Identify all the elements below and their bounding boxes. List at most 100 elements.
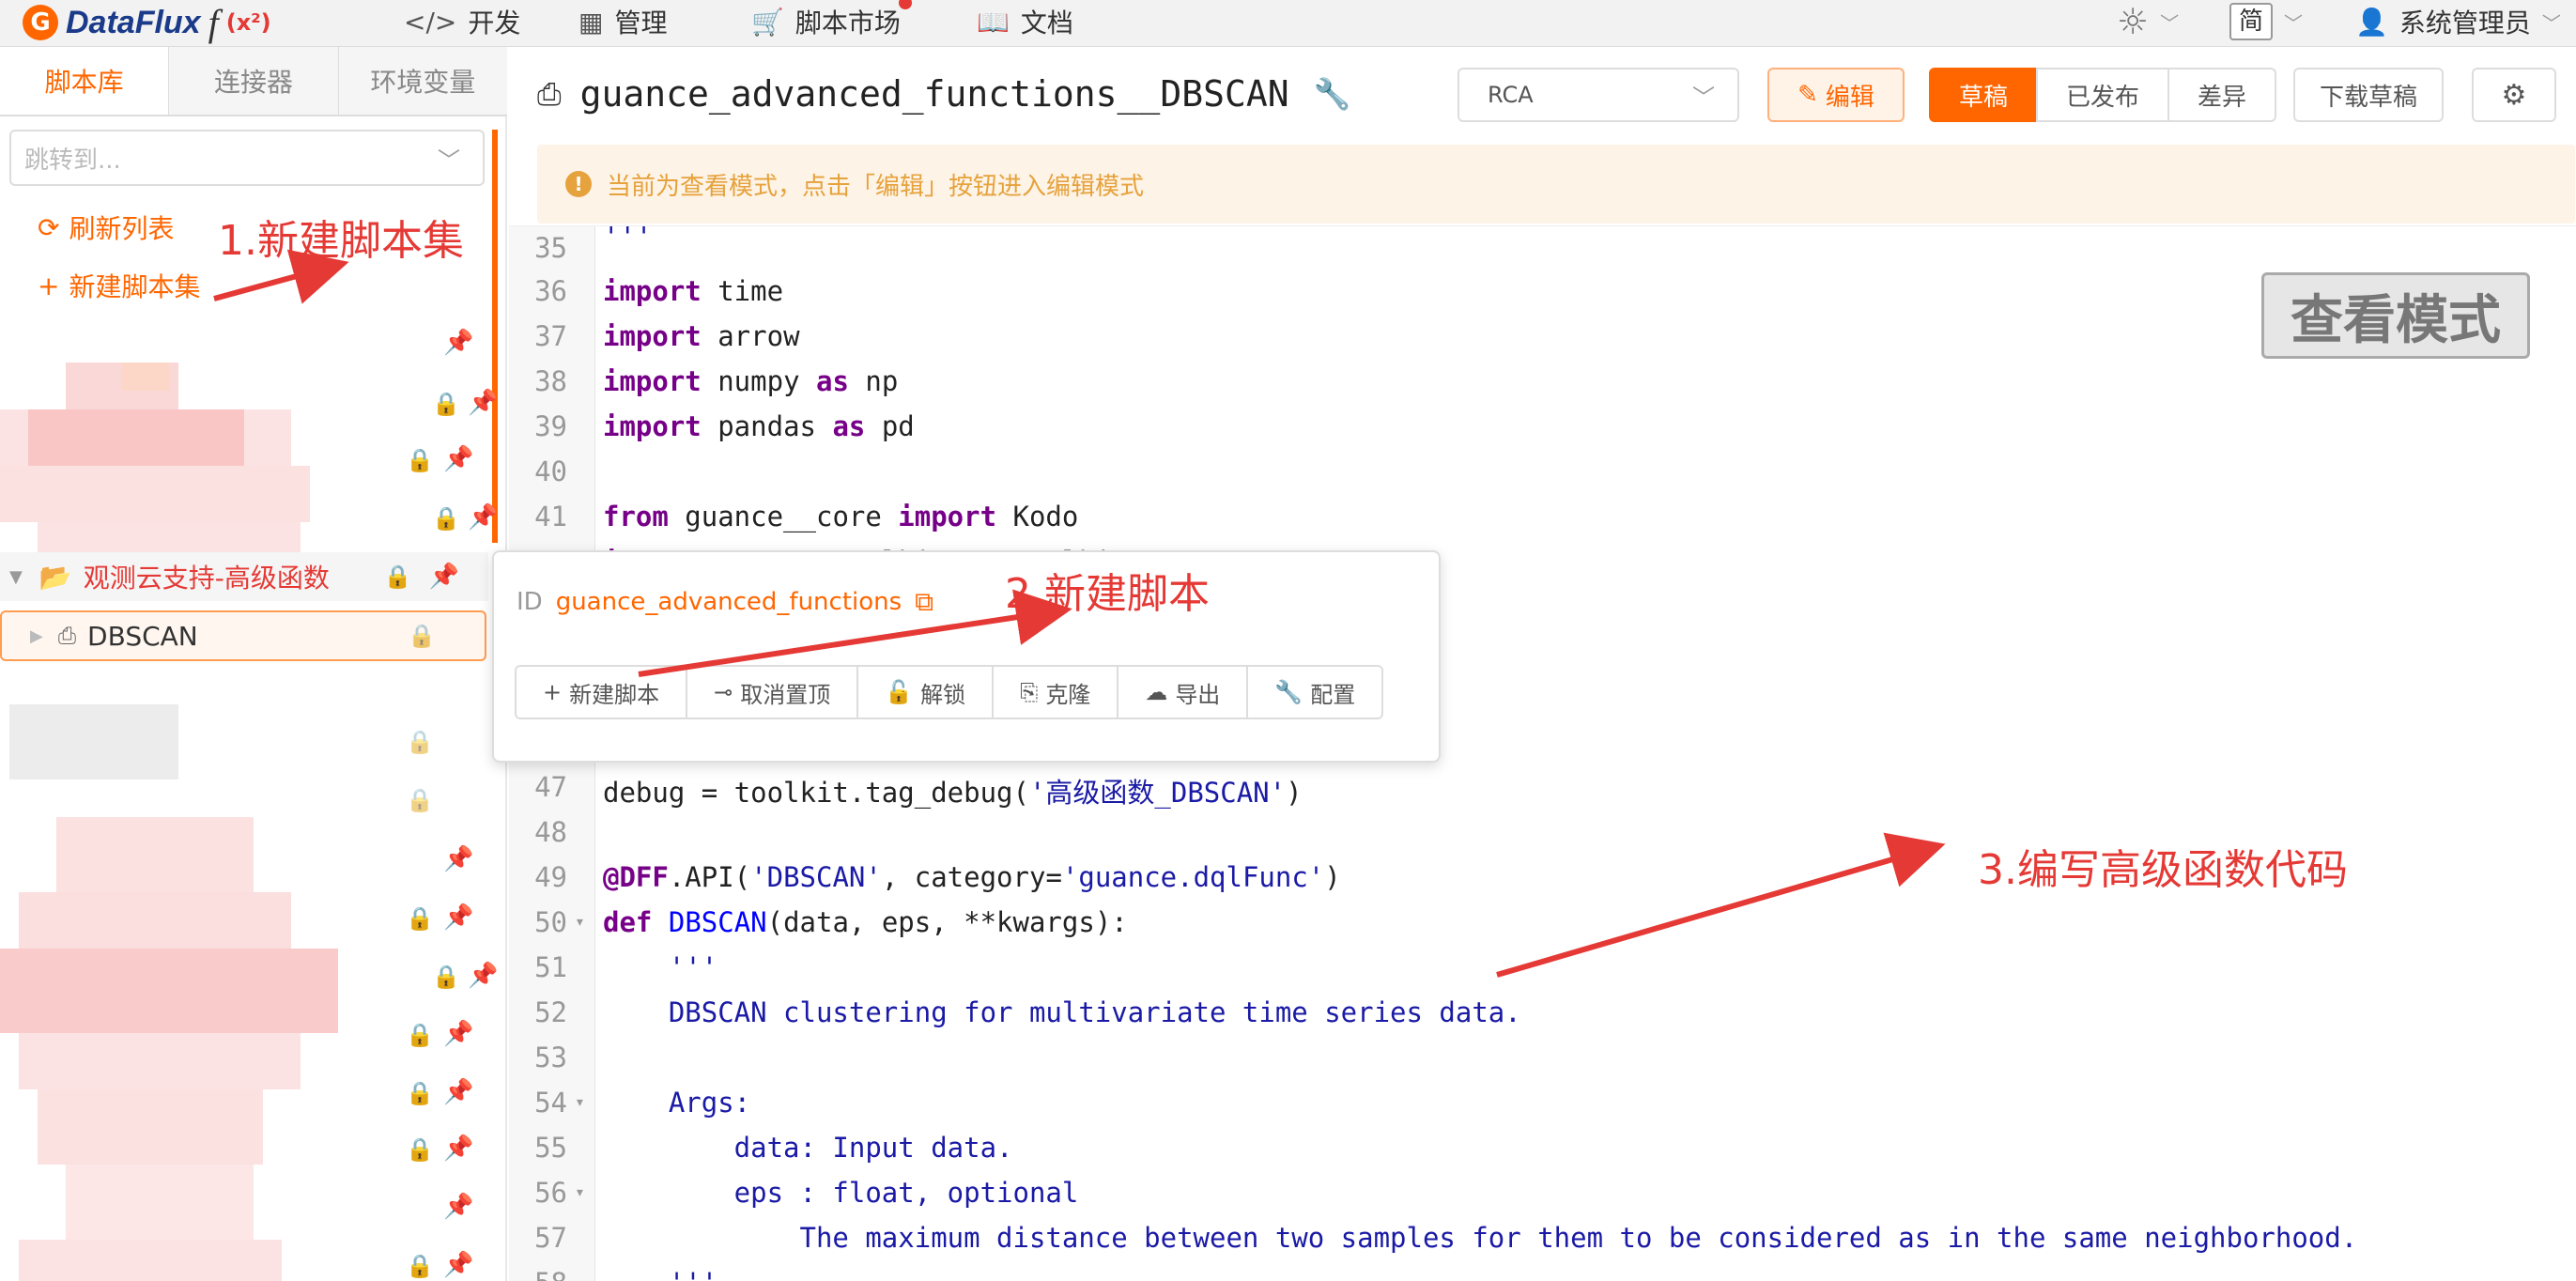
code-line: ''' bbox=[603, 951, 718, 983]
code-line: def DBSCAN(data, eps, **kwargs): bbox=[603, 906, 1128, 938]
edit-button[interactable]: ✎ 编辑 bbox=[1767, 68, 1905, 122]
chevron-down-icon: ﹀ bbox=[2541, 11, 2561, 35]
jump-to-select[interactable]: 跳转到... ﹀ bbox=[9, 130, 485, 186]
code-line: data: Input data. bbox=[603, 1132, 1013, 1164]
pin-icon[interactable]: 📌 bbox=[468, 503, 498, 532]
line-number: 38 bbox=[534, 365, 567, 397]
warning-icon: ! bbox=[565, 171, 592, 197]
code-line: debug = toolkit.tag_debug('高级函数_DBSCAN') bbox=[603, 777, 1303, 809]
language-switch[interactable]: 简 ﹀ bbox=[2229, 0, 2303, 43]
pin-icon[interactable]: 📌 bbox=[468, 962, 498, 990]
line-number: 40 bbox=[534, 455, 567, 487]
lock-icon: 🔒 bbox=[408, 623, 436, 649]
unlock-button[interactable]: 🔓 解锁 bbox=[856, 665, 995, 719]
folder-open-icon: 📂 bbox=[39, 561, 72, 593]
nav-market[interactable]: 🛒 脚本市场 bbox=[751, 0, 912, 43]
gear-icon[interactable]: ⚙ bbox=[2472, 68, 2556, 122]
lock-icon: 🔒 bbox=[406, 729, 434, 755]
line-number: 49 bbox=[534, 861, 567, 893]
rca-select[interactable]: RCA ﹀ bbox=[1458, 68, 1739, 122]
notice-text: 当前为查看模式，点击「编辑」按钮进入编辑模式 bbox=[607, 172, 1145, 201]
tab-published[interactable]: 已发布 bbox=[2036, 68, 2170, 122]
cloud-download-icon: ☁ bbox=[1145, 679, 1168, 705]
pin-icon[interactable]: 📌 bbox=[443, 329, 473, 357]
config-label: 配置 bbox=[1310, 681, 1356, 708]
tree-script-row[interactable]: ▶ ⎙ DBSCAN 🔒 bbox=[0, 610, 486, 661]
pin-icon[interactable]: 📌 bbox=[468, 389, 498, 417]
pin-icon[interactable]: 📌 bbox=[443, 1193, 473, 1221]
code-line: import pandas as pd bbox=[603, 410, 915, 442]
cart-icon: 🛒 bbox=[751, 6, 784, 38]
line-number: 57 bbox=[534, 1222, 567, 1254]
tab-script-lib[interactable]: 脚本库 bbox=[0, 47, 169, 115]
nav-manage[interactable]: ▦ 管理 bbox=[578, 0, 667, 43]
new-script-set-link[interactable]: + 新建脚本集 bbox=[38, 267, 200, 304]
tab-env-vars[interactable]: 环境变量 bbox=[337, 47, 507, 115]
tree-folder-row[interactable]: ▼ 📂 观测云支持-高级函数 🔒 📌 bbox=[0, 552, 488, 601]
scrollbar-thumb[interactable] bbox=[492, 130, 498, 543]
code-icon: </> bbox=[404, 6, 457, 38]
annotation-step-1: 1.新建脚本集 bbox=[218, 217, 464, 265]
fold-icon[interactable]: ▾ bbox=[575, 912, 585, 932]
lock-icon: 🔒 bbox=[406, 1080, 434, 1106]
fold-icon[interactable]: ▾ bbox=[575, 1092, 585, 1112]
line-number: 36 bbox=[534, 275, 567, 307]
pin-icon[interactable]: 📌 bbox=[443, 445, 473, 473]
plus-icon: + bbox=[543, 679, 563, 705]
code-line: ''' bbox=[603, 1267, 717, 1281]
script-title: guance_advanced_functions__DBSCAN bbox=[579, 73, 1289, 115]
tab-connectors[interactable]: 连接器 bbox=[168, 47, 338, 115]
fold-icon[interactable]: ▾ bbox=[575, 1182, 585, 1202]
nav-develop[interactable]: </> 开发 bbox=[404, 0, 520, 43]
line-number: 50 bbox=[534, 906, 567, 938]
pin-icon[interactable]: 📌 bbox=[443, 1134, 473, 1163]
download-draft-button[interactable]: 下载草稿 bbox=[2293, 68, 2444, 122]
tab-diff[interactable]: 差异 bbox=[2167, 68, 2277, 122]
pin-icon[interactable]: 📌 bbox=[443, 903, 473, 932]
pin-icon[interactable]: 📌 bbox=[443, 1078, 473, 1106]
theme-toggle[interactable]: ☼ ﹀ bbox=[2117, 0, 2179, 43]
lock-icon: 🔒 bbox=[432, 391, 460, 417]
logo-fx: f bbox=[208, 1, 219, 44]
unlock-icon: 🔓 bbox=[885, 679, 914, 705]
pin-icon[interactable]: 📌 bbox=[443, 1020, 473, 1048]
view-mode-notice: ! 当前为查看模式，点击「编辑」按钮进入编辑模式 bbox=[537, 145, 2575, 224]
book-icon: 📖 bbox=[977, 6, 1010, 38]
edit-icon: ✎ bbox=[1797, 81, 1818, 109]
edit-button-label: 编辑 bbox=[1825, 83, 1874, 112]
annotation-step-2: 2.新建脚本 bbox=[1005, 570, 1210, 618]
line-number: 56 bbox=[534, 1177, 567, 1209]
pin-icon[interactable]: 📌 bbox=[443, 1251, 473, 1279]
clone-button[interactable]: ⎘ 克隆 bbox=[992, 665, 1119, 719]
lock-icon: 🔒 bbox=[383, 563, 412, 590]
line-number: 47 bbox=[534, 771, 567, 803]
popover-actions: + 新建脚本 ⊸ 取消置顶 🔓 解锁 ⎘ 克隆 ☁ 导出 🔧 配置 bbox=[515, 665, 1384, 719]
line-number: 52 bbox=[534, 996, 567, 1028]
pin-icon[interactable]: 📌 bbox=[443, 845, 473, 873]
view-mode-badge: 查看模式 bbox=[2261, 272, 2530, 359]
refresh-list-link[interactable]: ⟳ 刷新列表 bbox=[38, 208, 174, 246]
lock-icon: 🔒 bbox=[406, 447, 434, 473]
clone-label: 克隆 bbox=[1045, 681, 1091, 708]
nav-docs[interactable]: 📖 文档 bbox=[977, 0, 1073, 43]
user-name: 系统管理员 bbox=[2399, 8, 2531, 39]
export-label: 导出 bbox=[1175, 681, 1221, 708]
line-number: 51 bbox=[534, 951, 567, 983]
pin-icon[interactable]: 📌 bbox=[429, 563, 459, 591]
sun-icon: ☼ bbox=[2117, 1, 2150, 42]
wrench-icon[interactable]: 🔧 bbox=[1314, 76, 1351, 112]
user-menu[interactable]: 👤 系统管理员 ﹀ bbox=[2355, 0, 2561, 43]
lock-icon: 🔒 bbox=[406, 1022, 434, 1048]
unpin-button[interactable]: ⊸ 取消置顶 bbox=[686, 665, 859, 719]
new-script-button[interactable]: + 新建脚本 bbox=[515, 665, 688, 719]
refresh-list-label: 刷新列表 bbox=[69, 213, 175, 244]
tab-draft[interactable]: 草稿 bbox=[1929, 68, 2039, 122]
top-navbar: G DataFlux f (x²) </> 开发 ▦ 管理 🛒 脚本市场 📖 文… bbox=[0, 0, 2576, 47]
export-button[interactable]: ☁ 导出 bbox=[1117, 665, 1249, 719]
copy-icon[interactable]: ⧉ bbox=[915, 586, 933, 618]
nav-docs-label: 文档 bbox=[1020, 8, 1073, 39]
app-logo[interactable]: G DataFlux f (x²) bbox=[23, 1, 271, 44]
line-number: 58 bbox=[509, 1267, 567, 1281]
script-label: DBSCAN bbox=[87, 620, 198, 652]
config-button[interactable]: 🔧 配置 bbox=[1246, 665, 1384, 719]
